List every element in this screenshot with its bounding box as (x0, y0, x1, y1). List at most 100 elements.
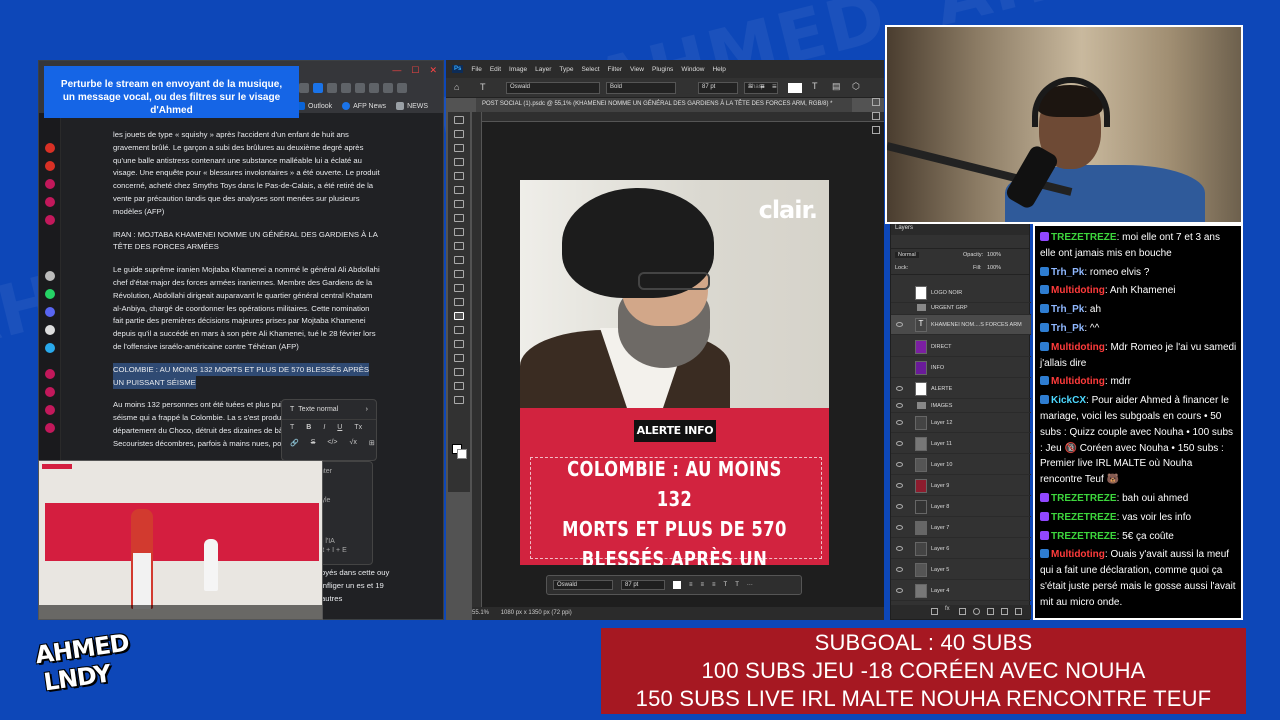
align-right-icon[interactable]: ≡ (772, 82, 777, 91)
more-tools-icon[interactable] (454, 396, 464, 404)
eye-icon[interactable] (896, 386, 903, 391)
extension-icon[interactable] (299, 83, 309, 93)
chatgpt-icon[interactable] (45, 271, 55, 281)
align-center-icon[interactable]: ≡ (701, 582, 705, 588)
eye-icon[interactable] (896, 525, 903, 530)
path-selection-icon[interactable] (454, 326, 464, 334)
type-options-icon[interactable]: T (735, 582, 739, 588)
eye-icon[interactable] (896, 588, 903, 593)
menu-item[interactable]: style (316, 497, 368, 504)
chat-username[interactable]: Multidoting (1051, 549, 1105, 560)
more-options-icon[interactable]: ··· (747, 582, 753, 588)
align-left-icon[interactable]: ≡ (689, 582, 693, 588)
layer-group-row[interactable]: IMAGES (891, 399, 1031, 413)
sidebar-icon[interactable] (45, 179, 55, 189)
layer-row[interactable]: Layer 6 (891, 539, 1031, 559)
telegram-icon[interactable] (45, 343, 55, 353)
text-type-button[interactable]: T (290, 424, 294, 431)
blend-mode-select[interactable]: Normal (895, 252, 919, 258)
panel-icon[interactable] (872, 98, 880, 106)
chat-username[interactable]: TREZETREZE (1051, 531, 1117, 542)
fx-icon[interactable]: fx (945, 606, 950, 612)
zoom-tool-icon[interactable] (454, 382, 464, 390)
eraser-icon[interactable] (454, 284, 464, 292)
whatsapp-icon[interactable] (45, 289, 55, 299)
ctx-color-swatch[interactable] (673, 581, 681, 589)
home-icon[interactable]: ⌂ (454, 82, 459, 92)
brush-tool-icon[interactable] (454, 242, 464, 250)
healing-brush-icon[interactable] (454, 228, 464, 236)
layer-row[interactable]: Layer 4 (891, 581, 1031, 601)
warp-text-icon[interactable]: T (724, 582, 728, 588)
strikethrough-button[interactable]: S (311, 439, 316, 447)
poster-artwork[interactable]: clair. ALERTE INFO COLOMBIE : AU MOINS 1… (520, 180, 829, 565)
eye-icon[interactable] (896, 403, 903, 408)
bookmark-outlook[interactable]: Outlook (297, 102, 332, 110)
chat-username[interactable]: Trh_Pk (1051, 304, 1084, 315)
extension-icon[interactable] (383, 83, 393, 93)
chat-username[interactable]: Multidoting (1051, 376, 1105, 387)
layer-row[interactable]: DIRECT (891, 337, 1031, 357)
menu-item[interactable]: Image (509, 66, 527, 73)
menu-item[interactable]: Type (559, 66, 573, 73)
menu-item[interactable]: Layer (535, 66, 551, 73)
close-icon[interactable]: ✕ (429, 65, 437, 76)
layer-row[interactable]: Layer 9 (891, 476, 1031, 496)
font-family-select[interactable]: Oswald (506, 82, 600, 94)
magic-wand-icon[interactable] (454, 172, 464, 180)
document-tab[interactable]: POST SOCIAL (1).psdc @ 55,1% (KHAMENEI N… (476, 98, 852, 112)
eyedropper-icon[interactable] (454, 214, 464, 222)
clear-format-button[interactable]: Tx (354, 424, 362, 431)
menu-item[interactable]: ec l'IA (316, 538, 368, 545)
history-brush-icon[interactable] (454, 270, 464, 278)
underline-button[interactable]: U (337, 424, 342, 431)
layer-group-row[interactable]: URGENT GRP (891, 301, 1031, 315)
layers-panel-title[interactable]: Layers (891, 223, 1029, 235)
table-button[interactable]: ⊞ (369, 439, 375, 447)
layer-row[interactable]: Layer 5 (891, 560, 1031, 580)
font-size-select[interactable]: 87 pt (698, 82, 738, 94)
layer-row-selected[interactable]: T KHAMENEI NOM....S FORCES ARM (891, 315, 1031, 335)
eye-icon[interactable] (896, 420, 903, 425)
math-button[interactable]: √x (350, 439, 357, 447)
layer-row[interactable]: Layer 8 (891, 497, 1031, 517)
sidebar-icon[interactable] (45, 197, 55, 207)
type-tool-icon[interactable] (454, 312, 464, 320)
shape-tool-icon[interactable] (454, 354, 464, 362)
text-bounding-box[interactable] (530, 457, 822, 559)
sidebar-icon[interactable] (45, 215, 55, 225)
3d-icon[interactable]: ⬡ (852, 81, 860, 92)
extension-icon[interactable] (341, 83, 351, 93)
minimize-icon[interactable]: — (392, 65, 401, 76)
article-heading-selected[interactable]: COLOMBIE : AU MOINS 132 MORTS ET PLUS DE… (113, 362, 381, 390)
panel-icon[interactable] (872, 112, 880, 120)
chat-username[interactable]: KickCX (1051, 395, 1086, 406)
chat-username[interactable]: Multidoting (1051, 342, 1105, 353)
crop-tool-icon[interactable] (454, 186, 464, 194)
menu-item[interactable]: File (471, 66, 481, 73)
marquee-tool-icon[interactable] (454, 144, 464, 152)
maximize-icon[interactable]: ☐ (411, 65, 419, 76)
adjustment-icon[interactable] (973, 608, 980, 615)
menu-item[interactable]: Edit (490, 66, 501, 73)
menu-item[interactable]: Filter (608, 66, 622, 73)
zoom-level[interactable]: 55.1% (472, 610, 489, 616)
align-right-icon[interactable]: ≡ (712, 582, 716, 588)
font-style-select[interactable]: Bold (606, 82, 676, 94)
align-center-icon[interactable]: ≡ (760, 82, 765, 91)
layer-row[interactable]: Layer 7 (891, 518, 1031, 538)
bookmark-afp[interactable]: AFP News (342, 102, 386, 110)
menu-item[interactable]: View (630, 66, 644, 73)
chat-username[interactable]: Multidoting (1051, 285, 1105, 296)
background-color-swatch[interactable] (457, 449, 467, 459)
menu-item[interactable]: Plugins (652, 66, 673, 73)
extension-icon[interactable] (355, 83, 365, 93)
extension-icon[interactable] (397, 83, 407, 93)
sidebar-icon[interactable] (45, 387, 55, 397)
frame-tool-icon[interactable] (454, 200, 464, 208)
layer-row[interactable]: Layer 12 (891, 413, 1031, 433)
x-icon[interactable] (45, 325, 55, 335)
gradient-icon[interactable] (454, 298, 464, 306)
sidebar-icon[interactable] (45, 369, 55, 379)
layer-row[interactable]: INFO (891, 358, 1031, 378)
